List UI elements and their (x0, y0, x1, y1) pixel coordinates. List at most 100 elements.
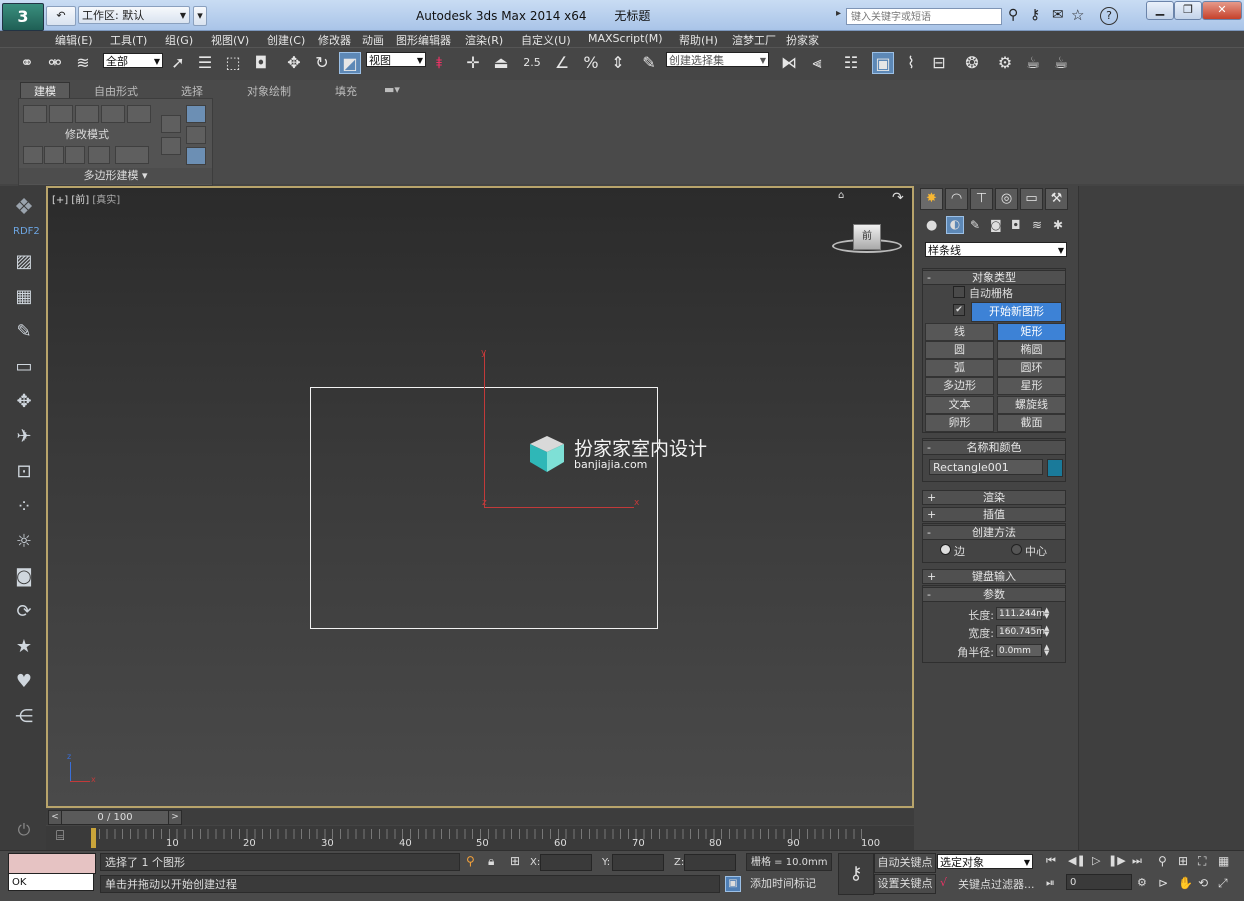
named-selection-dropdown[interactable]: 创建选择集 ▼ (666, 52, 769, 67)
selection-filter-dropdown[interactable]: 全部 ▼ (103, 53, 163, 68)
previous-frame-icon[interactable]: ◀❚ (1068, 854, 1086, 867)
set-key-button[interactable]: 设置关键点 (874, 874, 936, 894)
auto-key-button[interactable]: 自动关键点 (874, 853, 936, 873)
material-editor-icon[interactable]: ❂ (961, 52, 983, 74)
select-and-scale-icon[interactable]: ◩ (339, 52, 361, 74)
zoom-extents-all-icon[interactable]: ▦ (1218, 854, 1229, 868)
key-icon[interactable]: ⚷ (1030, 7, 1040, 23)
help-button[interactable]: ? (1100, 7, 1118, 25)
rendered-frame-window-icon[interactable]: ☕ (1022, 52, 1044, 74)
refresh-icon[interactable]: ⟳ (12, 600, 36, 624)
go-to-end-icon[interactable]: ⏭ (1132, 854, 1142, 868)
zoom-all-icon[interactable]: ⊞ (1178, 854, 1188, 868)
edge-mode-button[interactable] (49, 105, 73, 123)
keyboard-entry-header[interactable]: + 键盘输入 (922, 569, 1066, 584)
align-icon[interactable]: ⫷ (806, 52, 828, 74)
communication-icon[interactable]: ✉ (1052, 7, 1064, 23)
current-time-marker[interactable] (91, 828, 96, 848)
hierarchy-tab-icon[interactable]: ⊤ (970, 188, 993, 210)
percent-snap-icon[interactable]: % (580, 52, 602, 74)
graphite-ribbon-icon[interactable]: ▣ (872, 52, 894, 74)
circle-button[interactable]: 圆 (925, 341, 994, 359)
helix-button[interactable]: 螺旋线 (997, 396, 1066, 414)
auto-grid-checkbox[interactable] (953, 286, 965, 298)
binoculars-icon[interactable]: ⚲ (1008, 7, 1018, 23)
window-crossing-icon[interactable]: ◘ (250, 52, 272, 74)
start-new-shape-checkbox[interactable]: ✔ (953, 304, 965, 316)
ngon-button[interactable]: 多边形 (925, 377, 994, 395)
monitor-icon[interactable]: ▭ (12, 355, 36, 379)
time-tag-icon[interactable]: ▣ (725, 876, 741, 892)
menu-item-create[interactable]: 创建(C) (267, 32, 305, 48)
ribbon-options-icon[interactable]: ▬▾ (384, 83, 400, 96)
ribbon-tab-object-paint[interactable]: 对象绘制 (247, 83, 291, 99)
orbit-icon[interactable]: ⟲ (1198, 876, 1208, 890)
rotate-view-icon[interactable]: ↷ (892, 190, 904, 206)
z-coordinate-field[interactable] (684, 854, 736, 871)
share-icon[interactable]: ⋲ (12, 705, 36, 729)
snaps-toggle-icon[interactable]: 2.5 (521, 52, 543, 74)
corner-radius-spinner[interactable]: ▲ ▼ (1044, 644, 1049, 657)
ribbon-tool-4-button[interactable] (88, 146, 110, 164)
border-mode-button[interactable] (75, 105, 99, 123)
angle-snap-icon[interactable]: ∠ (551, 52, 573, 74)
heart-icon[interactable]: ♥ (12, 670, 36, 694)
prev-frame-slider-button[interactable]: < (48, 810, 62, 825)
absolute-mode-icon[interactable]: ⊞ (510, 854, 520, 868)
track-bar[interactable]: ⌸ 10 20 30 40 50 60 70 80 90 100 (46, 826, 914, 850)
shapes-icon[interactable]: ◐ (946, 216, 964, 234)
menu-item-edit[interactable]: 编辑(E) (55, 32, 93, 48)
donut-button[interactable]: 圆环 (997, 359, 1066, 377)
select-and-link-icon[interactable]: ⚭ (16, 52, 38, 74)
zoom-extents-icon[interactable]: ⛶ (1198, 854, 1206, 869)
cameras-icon[interactable]: ◙ (990, 218, 1002, 232)
ribbon-side-4-button[interactable] (186, 126, 206, 144)
key-filters-button[interactable]: 关键点过滤器... (958, 876, 1035, 892)
lights-icon[interactable]: ✎ (970, 218, 980, 232)
key-mode-toggle-icon[interactable]: ⏯ (1046, 876, 1055, 890)
select-and-rotate-icon[interactable]: ↻ (311, 52, 333, 74)
maximize-viewport-icon[interactable]: ⤢ (1218, 876, 1228, 891)
object-color-swatch[interactable] (1047, 459, 1063, 477)
creation-method-header[interactable]: - 创建方法 (922, 525, 1066, 540)
curve-editor-mini-icon[interactable]: ⌸ (56, 828, 64, 844)
ribbon-side-1-button[interactable] (161, 115, 181, 133)
schematic-view-icon[interactable]: ⊟ (928, 52, 950, 74)
ribbon-tool-3-button[interactable] (65, 146, 85, 164)
width-spinner[interactable]: ▲ ▼ (1044, 625, 1049, 638)
geometry-icon[interactable]: ● (926, 218, 937, 233)
front-viewport[interactable]: [+] [前] [真实] ⌂ ↷ 前 y x z 扮家家室内设计 banjiaj… (46, 186, 914, 808)
curve-editor-icon[interactable]: ⌇ (900, 52, 922, 74)
render-setup-icon[interactable]: ⚙ (994, 52, 1016, 74)
grid-icon[interactable]: ▦ (12, 285, 36, 309)
undo-button[interactable]: ↶ (46, 6, 76, 26)
set-key-icon[interactable]: ⚷ (838, 853, 874, 895)
y-coordinate-field[interactable] (612, 854, 664, 871)
ribbon-side-5-button[interactable] (186, 147, 206, 165)
x-coordinate-field[interactable] (540, 854, 592, 871)
interpolation-rollout-header[interactable]: + 插值 (922, 507, 1066, 522)
render-production-icon[interactable]: ☕ (1050, 52, 1072, 74)
field-of-view-icon[interactable]: ⊳ (1158, 876, 1168, 890)
ribbon-side-3-button[interactable] (186, 105, 206, 123)
menu-item-graph-editors[interactable]: 图形编辑器 (396, 32, 451, 48)
ribbon-side-2-button[interactable] (161, 137, 181, 155)
select-by-name-icon[interactable]: ☰ (194, 52, 216, 74)
helpers-icon[interactable]: ◘ (1011, 218, 1021, 232)
maximize-button[interactable]: ❐ (1174, 1, 1202, 20)
select-object-icon[interactable]: ➚ (167, 52, 189, 74)
power-icon[interactable]: ⏻ (12, 818, 36, 842)
menu-item-maxscript[interactable]: MAXScript(M) (588, 32, 663, 45)
ellipse-button[interactable]: 椭圆 (997, 341, 1066, 359)
menu-item-help[interactable]: 帮助(H) (679, 32, 718, 48)
maxscript-listener-field[interactable] (8, 853, 96, 874)
search-input[interactable]: 键入关键字或短语 (846, 8, 1002, 25)
polygon-modeling-footer[interactable]: 多边形建模 ▾ (19, 168, 212, 184)
gizmo-y-axis[interactable] (484, 352, 485, 508)
viewcube[interactable]: 前 (853, 224, 881, 250)
star-button[interactable]: 星形 (997, 377, 1066, 395)
app-menu-button[interactable]: 3 (2, 3, 44, 31)
ribbon-tab-freeform[interactable]: 自由形式 (94, 83, 138, 99)
select-and-move-icon[interactable]: ✥ (283, 52, 305, 74)
viewport-shading-label[interactable]: [真实] (92, 195, 120, 206)
